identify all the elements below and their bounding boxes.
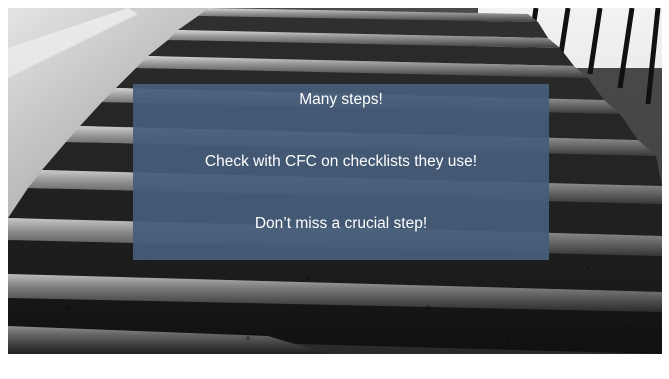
caption-line-3: Don’t miss a crucial step! — [254, 215, 428, 232]
caption-line-1: Many steps! — [299, 91, 383, 108]
caption-box: Many steps! Check with CFC on checklists… — [133, 84, 549, 260]
slide: Many steps! Check with CFC on checklists… — [0, 0, 669, 379]
caption-line-2: Check with CFC on checklists they use! — [204, 153, 478, 170]
